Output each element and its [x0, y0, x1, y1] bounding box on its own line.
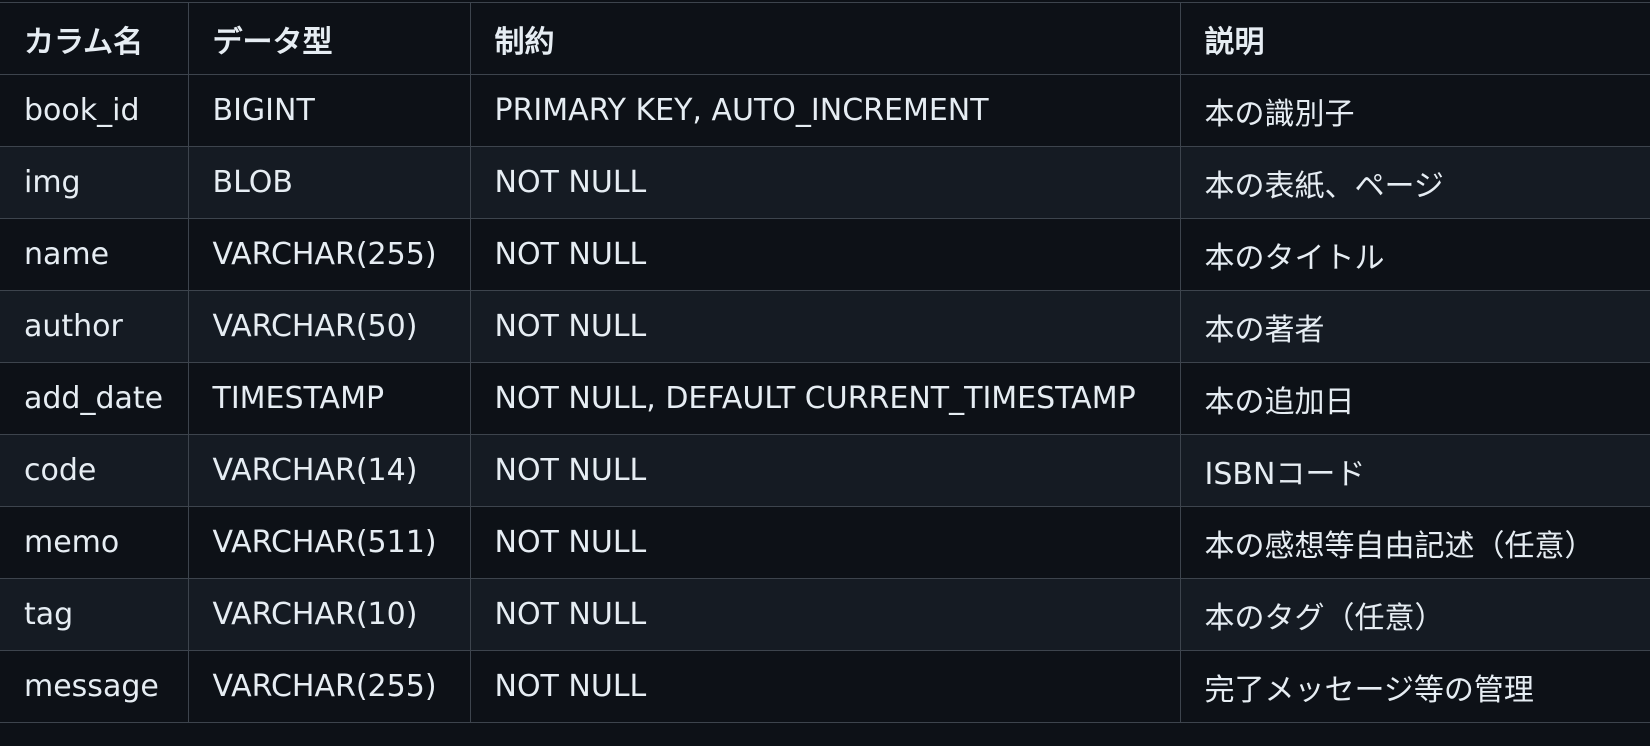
cell-column-name: add_date: [0, 362, 189, 435]
cell-data-type: VARCHAR(255): [187, 218, 471, 291]
cell-description: 本のタグ（任意）: [1179, 578, 1650, 651]
table-body: book_id BIGINT PRIMARY KEY, AUTO_INCREME…: [0, 74, 1650, 723]
table-row: book_id BIGINT PRIMARY KEY, AUTO_INCREME…: [0, 74, 1650, 147]
cell-column-name: message: [0, 650, 189, 723]
cell-description: ISBNコード: [1179, 434, 1650, 507]
table-row: name VARCHAR(255) NOT NULL 本のタイトル: [0, 218, 1650, 291]
schema-table: カラム名 データ型 制約 説明 book_id BIGINT PRIMARY K…: [0, 2, 1650, 723]
cell-constraint: PRIMARY KEY, AUTO_INCREMENT: [469, 74, 1181, 147]
cell-column-name: author: [0, 290, 189, 363]
cell-constraint: NOT NULL: [469, 218, 1181, 291]
cell-description: 本の追加日: [1179, 362, 1650, 435]
table-row: author VARCHAR(50) NOT NULL 本の著者: [0, 290, 1650, 363]
table-row: message VARCHAR(255) NOT NULL 完了メッセージ等の管…: [0, 650, 1650, 723]
table-row: memo VARCHAR(511) NOT NULL 本の感想等自由記述（任意）: [0, 506, 1650, 579]
header-column-name: カラム名: [0, 2, 189, 75]
cell-description: 本のタイトル: [1179, 218, 1650, 291]
cell-description: 本の表紙、ページ: [1179, 146, 1650, 219]
header-constraint: 制約: [469, 2, 1181, 75]
cell-column-name: code: [0, 434, 189, 507]
cell-data-type: VARCHAR(50): [187, 290, 471, 363]
cell-constraint: NOT NULL: [469, 290, 1181, 363]
table-header: カラム名 データ型 制約 説明: [0, 2, 1650, 75]
cell-description: 本の著者: [1179, 290, 1650, 363]
cell-column-name: memo: [0, 506, 189, 579]
cell-constraint: NOT NULL: [469, 434, 1181, 507]
cell-data-type: VARCHAR(255): [187, 650, 471, 723]
cell-description: 本の感想等自由記述（任意）: [1179, 506, 1650, 579]
cell-constraint: NOT NULL: [469, 506, 1181, 579]
header-row: カラム名 データ型 制約 説明: [0, 2, 1650, 75]
table-row: tag VARCHAR(10) NOT NULL 本のタグ（任意）: [0, 578, 1650, 651]
cell-data-type: TIMESTAMP: [187, 362, 471, 435]
cell-column-name: img: [0, 146, 189, 219]
cell-constraint: NOT NULL: [469, 650, 1181, 723]
cell-description: 本の識別子: [1179, 74, 1650, 147]
cell-column-name: tag: [0, 578, 189, 651]
page: カラム名 データ型 制約 説明 book_id BIGINT PRIMARY K…: [0, 0, 1650, 746]
table-row: img BLOB NOT NULL 本の表紙、ページ: [0, 146, 1650, 219]
cell-data-type: BLOB: [187, 146, 471, 219]
cell-data-type: BIGINT: [187, 74, 471, 147]
cell-description: 完了メッセージ等の管理: [1179, 650, 1650, 723]
header-description: 説明: [1179, 2, 1650, 75]
table-row: code VARCHAR(14) NOT NULL ISBNコード: [0, 434, 1650, 507]
cell-data-type: VARCHAR(511): [187, 506, 471, 579]
cell-data-type: VARCHAR(14): [187, 434, 471, 507]
cell-constraint: NOT NULL: [469, 146, 1181, 219]
cell-constraint: NOT NULL: [469, 578, 1181, 651]
cell-column-name: name: [0, 218, 189, 291]
cell-constraint: NOT NULL, DEFAULT CURRENT_TIMESTAMP: [469, 362, 1181, 435]
table-row: add_date TIMESTAMP NOT NULL, DEFAULT CUR…: [0, 362, 1650, 435]
cell-column-name: book_id: [0, 74, 189, 147]
cell-data-type: VARCHAR(10): [187, 578, 471, 651]
header-data-type: データ型: [187, 2, 471, 75]
